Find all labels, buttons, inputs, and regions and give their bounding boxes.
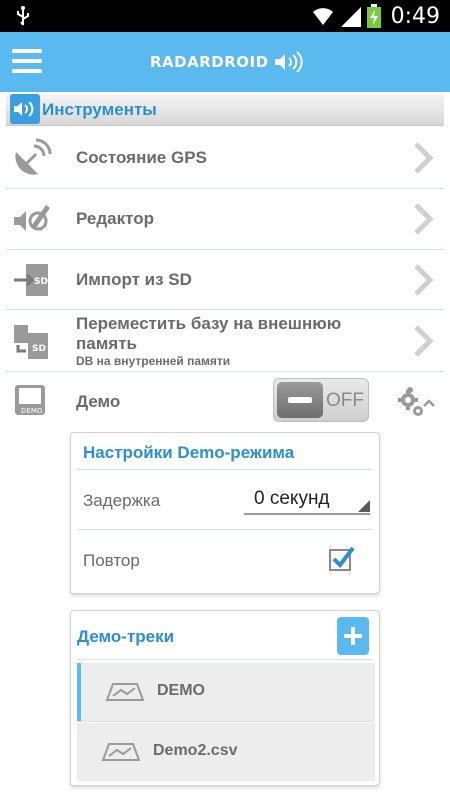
dropdown-triangle-icon — [358, 500, 370, 512]
add-track-button[interactable] — [337, 617, 369, 655]
battery-charging-icon — [366, 4, 381, 28]
menu-icon[interactable] — [12, 49, 42, 75]
tool-label: Редактор — [76, 209, 154, 228]
demo-settings-card: Настройки Demo-режима Задержка 0 секунд … — [70, 432, 380, 594]
repeat-checkbox[interactable] — [329, 545, 355, 571]
radar-signal-icon — [10, 94, 40, 124]
chevron-right-icon — [414, 203, 434, 235]
demo-tracks-title: Демо-треки — [77, 627, 175, 646]
tool-row-import-sd[interactable]: SD Импорт из SD — [6, 250, 444, 310]
track-name: DEMO — [157, 682, 205, 699]
demo-monitor-icon: DEMO — [15, 385, 45, 415]
tools-section-header: Инструменты — [6, 94, 444, 126]
demo-settings-title: Настройки Demo-режима — [83, 443, 295, 462]
divider — [77, 721, 373, 722]
delay-select[interactable]: 0 секунд — [244, 485, 370, 515]
tool-row-move-database[interactable]: SD Переместить базу на внешнюю память DB… — [6, 310, 444, 372]
toggle-knob — [277, 382, 323, 418]
tool-row-gps-status[interactable]: Состояние GPS — [6, 128, 444, 189]
tool-label: Импорт из SD — [76, 270, 192, 289]
track-map-icon — [101, 743, 141, 761]
track-name: Demo2.csv — [153, 742, 238, 759]
sd-import-icon: SD — [14, 264, 48, 296]
gears-collapse-icon[interactable] — [396, 384, 436, 420]
status-bar: 0:49 — [0, 0, 450, 32]
demo-toggle[interactable]: OFF — [273, 378, 369, 422]
app-logo: RADARDROID — [150, 49, 303, 75]
delay-value: 0 секунд — [254, 488, 330, 509]
demo-label: Демо — [76, 392, 121, 411]
clock: 0:49 — [390, 3, 440, 29]
chevron-right-icon — [414, 264, 434, 296]
tool-label-line2: память — [76, 334, 137, 353]
sd-move-icon: SD — [14, 325, 48, 359]
svg-text:SD: SD — [32, 344, 46, 354]
tool-sublabel: DB на внутренней памяти — [76, 354, 231, 368]
app-bar: RADARDROID — [0, 32, 450, 92]
svg-text:SD: SD — [34, 277, 48, 287]
delay-label: Задержка — [83, 491, 161, 510]
divider — [77, 529, 373, 530]
signal-icon — [340, 7, 361, 27]
chevron-right-icon — [414, 142, 434, 174]
demo-tracks-card: Демо-треки DEMO Demo2.csv — [70, 610, 380, 786]
usb-icon — [17, 6, 29, 26]
wifi-icon — [312, 8, 333, 25]
divider — [77, 469, 373, 470]
divider — [77, 659, 373, 660]
section-title: Инструменты — [42, 100, 157, 119]
tool-label-line1: Переместить базу на внешнюю — [76, 314, 342, 333]
satellite-dish-icon — [15, 138, 52, 175]
logo-text: RADARDROID — [150, 53, 269, 71]
radar-signal-icon — [274, 51, 303, 73]
editor-pencil-icon — [14, 205, 50, 231]
track-item[interactable]: Demo2.csv — [77, 723, 375, 781]
tool-row-editor[interactable]: Редактор — [6, 189, 444, 250]
tool-label: Состояние GPS — [76, 148, 207, 167]
repeat-label: Повтор — [83, 551, 140, 570]
chevron-right-icon — [414, 325, 434, 357]
track-map-icon — [105, 683, 145, 701]
svg-text:DEMO: DEMO — [21, 407, 43, 415]
track-item[interactable]: DEMO — [77, 663, 375, 721]
toggle-text: OFF — [326, 390, 364, 411]
